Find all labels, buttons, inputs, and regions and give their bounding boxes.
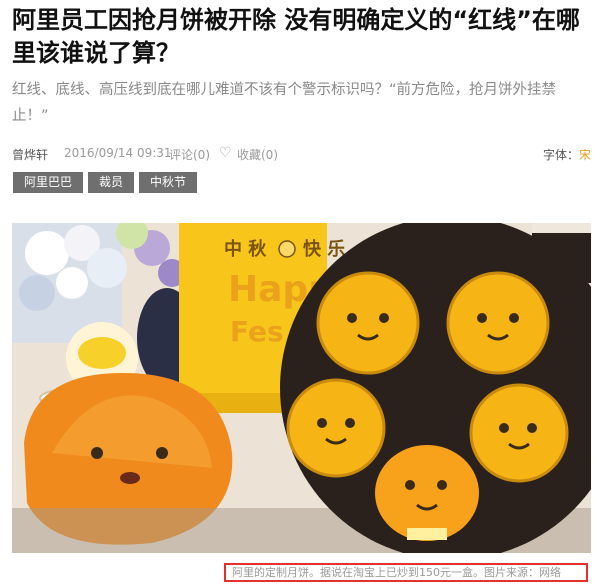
mooncake-4 [469, 383, 569, 483]
author-name[interactable]: 曾烨轩 [12, 146, 48, 163]
image-caption: 阿里的定制月饼。据说在淘宝上已炒到150元一盒。图片来源：网络 [232, 566, 561, 579]
tag-mid-autumn[interactable]: 中秋节 [139, 172, 197, 193]
font-size-control: 字体：宋 [543, 146, 591, 163]
publish-date: 2016/09/14 09:31 [64, 146, 172, 160]
comments-link[interactable]: 评论(0) [169, 146, 210, 163]
font-size-option[interactable]: 宋 [579, 148, 591, 162]
mooncake-photo: 中 秋 快 乐 Happ Fes [12, 223, 591, 553]
mooncake-3 [286, 378, 386, 478]
mooncake-2 [446, 271, 550, 375]
box-text-fes: Fes [230, 315, 284, 348]
mooncake-1 [316, 271, 420, 375]
box-text-happy: 快 乐 [303, 238, 345, 260]
tag-alibaba[interactable]: 阿里巴巴 [13, 172, 83, 193]
article-title: 阿里员工因抢月饼被开除 没有明确定义的“红线”在哪里该谁说了算？ [12, 6, 580, 67]
heart-icon[interactable]: ♡ [219, 145, 232, 161]
favorite-link[interactable]: 收藏(0) [237, 146, 278, 163]
plush-toy [375, 445, 479, 541]
article-photo: 中 秋 快 乐 Happ Fes [12, 223, 591, 553]
article-summary: 红线、底线、高压线到底在哪儿难道不该有个警示标识吗？“前方危险，抢月饼外挂禁止！… [12, 82, 557, 124]
tag-layoff[interactable]: 裁员 [88, 172, 134, 193]
font-size-label: 字体： [543, 148, 580, 162]
box-text-mid-autumn: 中 秋 [224, 238, 267, 260]
article-meta: 曾烨轩 2016/09/14 09:31 评论(0) ♡ 收藏(0) 字体：宋 [12, 145, 594, 164]
